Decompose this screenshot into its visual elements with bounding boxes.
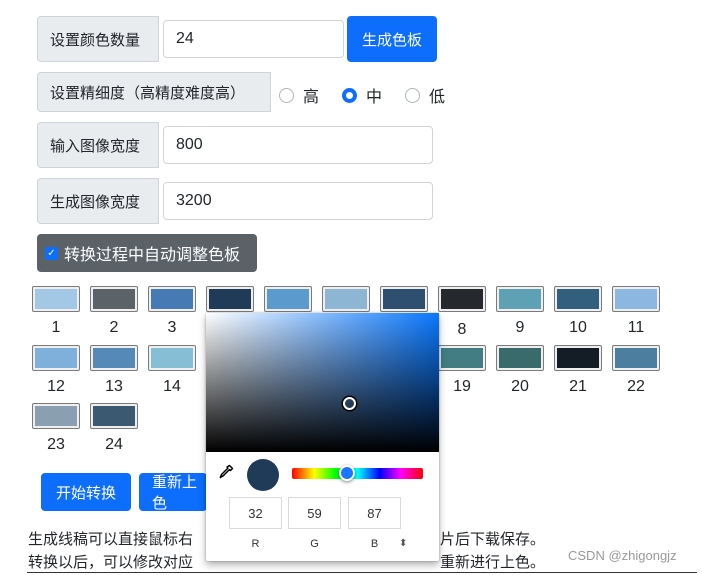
palette-number: 9 <box>515 319 525 336</box>
palette-color-fill[interactable] <box>93 406 135 426</box>
precision-option-label: 高 <box>303 89 320 106</box>
palette-color-fill[interactable] <box>383 289 425 309</box>
palette-cell[interactable]: 24 <box>90 403 138 454</box>
palette-color-fill[interactable] <box>325 289 367 309</box>
recolor-button[interactable]: 重新上色 <box>139 473 207 511</box>
palette-color-fill[interactable] <box>35 406 77 426</box>
palette-cell[interactable] <box>264 286 312 312</box>
palette-cell: 8 <box>438 321 486 339</box>
saturation-value-area[interactable] <box>206 313 439 452</box>
palette-cell[interactable]: 10 <box>554 286 602 337</box>
palette-color-fill[interactable] <box>35 348 77 368</box>
palette-number: 14 <box>163 378 181 395</box>
auto-adjust-toggle[interactable]: ✓ 转换过程中自动调整色板 <box>37 234 257 272</box>
palette-color-fill[interactable] <box>615 289 657 309</box>
input-width-field[interactable]: 800 <box>163 126 433 164</box>
palette-color-fill[interactable] <box>557 289 599 309</box>
palette-cell[interactable]: 13 <box>90 345 138 396</box>
palette-color-fill[interactable] <box>267 289 309 309</box>
blue-input[interactable]: 87 <box>348 497 401 529</box>
saturation-handle[interactable] <box>343 397 356 410</box>
palette-number: 23 <box>47 436 65 453</box>
help-text-line-1-left: 生成线稿可以直接鼠标右 <box>28 531 194 548</box>
palette-cell[interactable]: 2 <box>90 286 138 337</box>
output-width-field[interactable]: 3200 <box>163 182 433 220</box>
palette-color-fill[interactable] <box>93 289 135 309</box>
palette-color-fill[interactable] <box>209 289 251 309</box>
palette-number: 24 <box>105 436 123 453</box>
help-text-line-2-right: 重新进行上色。 <box>440 554 546 571</box>
palette-cell[interactable]: 12 <box>32 345 80 396</box>
palette-number: 8 <box>457 321 467 338</box>
palette-color-fill[interactable] <box>615 348 657 368</box>
palette-number: 22 <box>627 378 645 395</box>
generate-palette-button[interactable]: 生成色板 <box>347 16 437 62</box>
palette-number: 2 <box>109 319 119 336</box>
palette-number: 20 <box>511 378 529 395</box>
palette-color-fill[interactable] <box>151 289 193 309</box>
up-down-arrows-icon[interactable]: ⬍ <box>399 538 407 549</box>
color-preview <box>247 459 279 491</box>
palette-cell[interactable]: 19 <box>438 345 486 396</box>
palette-cell[interactable] <box>206 286 254 312</box>
palette-color-fill[interactable] <box>499 348 541 368</box>
hue-handle[interactable] <box>339 465 355 481</box>
palette-cell[interactable]: 23 <box>32 403 80 454</box>
precision-option-label: 低 <box>429 89 446 106</box>
palette-color-fill[interactable] <box>441 289 483 309</box>
palette-cell[interactable] <box>322 286 370 312</box>
palette-number: 10 <box>569 319 587 336</box>
checkmark-icon: ✓ <box>45 246 58 260</box>
red-input[interactable]: 32 <box>229 497 282 529</box>
palette-number: 11 <box>627 319 645 336</box>
palette-cell[interactable]: 1 <box>32 286 80 337</box>
input-width-label: 输入图像宽度 <box>37 122 159 168</box>
green-label: G <box>310 538 319 550</box>
watermark: CSDN @zhigongjz <box>568 548 677 563</box>
precision-radio-medium[interactable] <box>342 87 358 103</box>
precision-radio-group: 高 中 低 <box>279 83 445 107</box>
palette-color-fill[interactable] <box>557 348 599 368</box>
palette-number: 13 <box>105 378 123 395</box>
red-label: R <box>251 538 260 550</box>
palette-cell[interactable]: 14 <box>148 345 196 396</box>
palette-color-fill[interactable] <box>499 289 541 309</box>
palette-cell[interactable]: 9 <box>496 286 544 337</box>
eyedropper-icon[interactable] <box>218 464 234 485</box>
precision-radio-low[interactable] <box>405 87 421 103</box>
palette-color-fill[interactable] <box>93 348 135 368</box>
palette-cell[interactable]: 3 <box>148 286 196 337</box>
start-convert-button[interactable]: 开始转换 <box>41 473 131 511</box>
palette-number: 3 <box>167 319 177 336</box>
precision-radio-high[interactable] <box>279 87 294 103</box>
palette-cell[interactable]: 11 <box>612 286 660 337</box>
palette-cell[interactable]: 22 <box>612 345 660 396</box>
auto-adjust-label: 转换过程中自动调整色板 <box>64 247 241 264</box>
green-input[interactable]: 59 <box>288 497 341 529</box>
palette-color-fill[interactable] <box>441 348 483 368</box>
palette-number: 19 <box>453 378 471 395</box>
palette-number: 12 <box>47 378 65 395</box>
color-count-label: 设置颜色数量 <box>37 16 159 62</box>
precision-option-label: 中 <box>366 89 383 106</box>
color-picker-popup: 32 59 87 R G B ⬍ <box>206 313 439 561</box>
palette-cell[interactable]: 21 <box>554 345 602 396</box>
palette-cell[interactable] <box>380 286 428 312</box>
hue-slider[interactable] <box>292 468 423 479</box>
help-text-line-2-left: 转换以后，可以修改对应 <box>28 554 194 571</box>
palette-color-fill[interactable] <box>151 348 193 368</box>
palette-cell[interactable] <box>438 286 486 312</box>
output-width-label: 生成图像宽度 <box>37 178 159 224</box>
palette-number: 1 <box>51 319 61 336</box>
blue-label: B <box>370 538 379 550</box>
palette-color-fill[interactable] <box>35 289 77 309</box>
precision-label: 设置精细度（高精度难度高） <box>37 72 271 112</box>
palette-cell[interactable]: 20 <box>496 345 544 396</box>
palette-number: 21 <box>569 378 587 395</box>
color-count-input[interactable]: 24 <box>163 20 344 58</box>
